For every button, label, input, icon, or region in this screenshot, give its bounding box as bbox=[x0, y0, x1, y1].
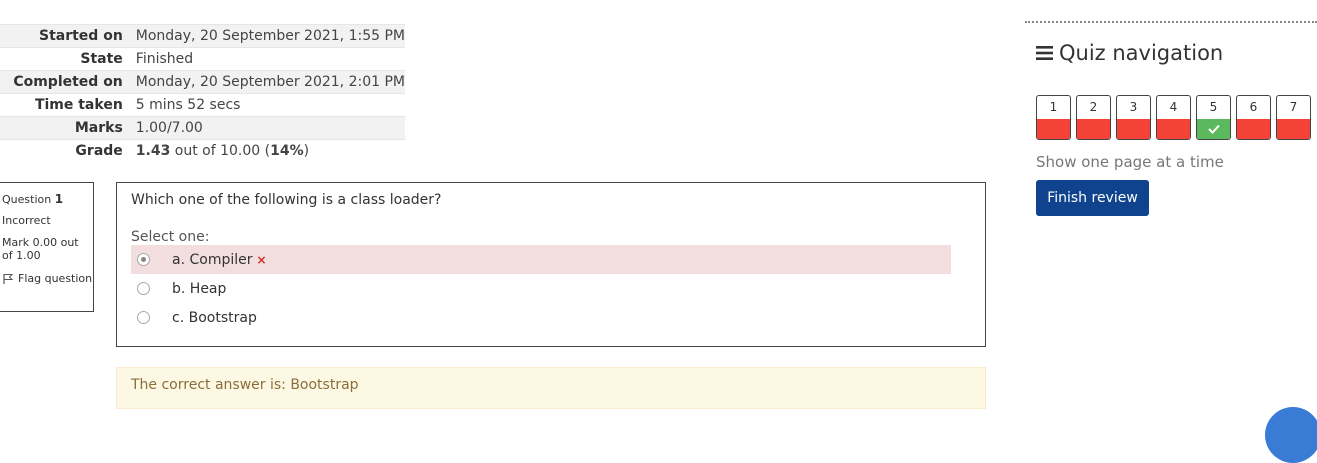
question-number-value: 1 bbox=[54, 192, 64, 206]
nav-question-button-4[interactable]: 4 bbox=[1156, 95, 1191, 140]
grade-value: 1.43 bbox=[135, 143, 171, 160]
summary-label: Grade bbox=[75, 143, 123, 160]
incorrect-status bbox=[1117, 119, 1150, 139]
nav-question-number: 5 bbox=[1209, 100, 1218, 114]
answer-option-c[interactable]: c. Bootstrap bbox=[131, 303, 951, 332]
quiz-navigation-title: Quiz navigation bbox=[1036, 41, 1223, 65]
nav-question-button-6[interactable]: 6 bbox=[1236, 95, 1271, 140]
summary-row-time-taken: Time taken 5 mins 52 secs bbox=[0, 93, 405, 117]
nav-question-number: 4 bbox=[1169, 100, 1178, 114]
nav-question-button-5[interactable]: 5 bbox=[1196, 95, 1231, 140]
question-number-label: Question bbox=[2, 193, 55, 206]
question-content: Which one of the following is a class lo… bbox=[116, 182, 986, 347]
answer-label: c. Bootstrap bbox=[172, 309, 257, 326]
finish-review-button[interactable]: Finish review bbox=[1036, 180, 1149, 216]
question-info: Question 1 Incorrect Mark 0.00 out of 1.… bbox=[0, 182, 94, 312]
summary-label: Time taken bbox=[34, 97, 123, 113]
summary-row-marks: Marks 1.00/7.00 bbox=[0, 116, 405, 140]
nav-question-number: 1 bbox=[1049, 100, 1058, 114]
summary-value: 5 mins 52 secs bbox=[135, 97, 241, 113]
question-grade: Mark 0.00 out of 1.00 bbox=[2, 236, 79, 262]
question-number: Question 1 bbox=[2, 192, 93, 207]
radio-button[interactable] bbox=[137, 282, 150, 295]
summary-row-state: State Finished bbox=[0, 47, 405, 71]
summary-row-completed: Completed on Monday, 20 September 2021, … bbox=[0, 70, 405, 94]
radio-button[interactable] bbox=[137, 253, 150, 266]
nav-block-divider bbox=[1025, 21, 1317, 23]
summary-label: Started on bbox=[38, 28, 123, 44]
grade-close: ) bbox=[303, 143, 310, 160]
nav-question-button-3[interactable]: 3 bbox=[1116, 95, 1151, 140]
incorrect-status bbox=[1157, 119, 1190, 139]
summary-label: State bbox=[80, 51, 123, 67]
summary-value: Monday, 20 September 2021, 1:55 PM bbox=[135, 28, 405, 44]
grade-percent: 14% bbox=[270, 143, 304, 160]
summary-row-started: Started on Monday, 20 September 2021, 1:… bbox=[0, 24, 405, 48]
answer-label: b. Heap bbox=[172, 280, 227, 297]
incorrect-status bbox=[1237, 119, 1270, 139]
flag-icon bbox=[3, 274, 14, 284]
question-state: Incorrect bbox=[2, 214, 51, 227]
nav-question-button-1[interactable]: 1 bbox=[1036, 95, 1071, 140]
question-text: Which one of the following is a class lo… bbox=[131, 192, 442, 208]
nav-question-number: 3 bbox=[1129, 100, 1138, 114]
attempt-summary-table: Started on Monday, 20 September 2021, 1:… bbox=[0, 24, 405, 163]
answer-prompt: Select one: bbox=[131, 229, 210, 245]
check-icon bbox=[1207, 124, 1220, 134]
radio-button[interactable] bbox=[137, 311, 150, 324]
summary-row-grade: Grade 1.43 out of 10.00 (14%) bbox=[0, 139, 405, 163]
flag-question-link[interactable]: Flag question bbox=[2, 272, 93, 285]
summary-value: 1.00/7.00 bbox=[135, 120, 203, 136]
quiz-navigation-label: Quiz navigation bbox=[1059, 41, 1224, 65]
answer-list: a. Compiler × b. Heap c. Bootstrap bbox=[131, 245, 951, 332]
summary-value: Monday, 20 September 2021, 2:01 PM bbox=[135, 74, 405, 90]
summary-label: Completed on bbox=[13, 74, 123, 90]
answer-label: a. Compiler bbox=[172, 251, 253, 268]
summary-value: Finished bbox=[135, 51, 194, 67]
summary-label: Marks bbox=[74, 120, 123, 136]
question-nav-buttons: 1 2 3 4 5 6 7 bbox=[1036, 95, 1316, 140]
right-answer-feedback: The correct answer is: Bootstrap bbox=[116, 367, 986, 409]
correct-status bbox=[1197, 119, 1230, 139]
nav-question-number: 2 bbox=[1089, 100, 1098, 114]
incorrect-status bbox=[1077, 119, 1110, 139]
summary-value: 1.43 out of 10.00 (14%) bbox=[129, 140, 405, 163]
incorrect-status bbox=[1277, 119, 1310, 139]
nav-question-number: 6 bbox=[1249, 100, 1258, 114]
nav-question-button-7[interactable]: 7 bbox=[1276, 95, 1311, 140]
answer-option-b[interactable]: b. Heap bbox=[131, 274, 951, 303]
incorrect-status bbox=[1037, 119, 1070, 139]
incorrect-icon: × bbox=[256, 252, 267, 267]
show-one-page-link[interactable]: Show one page at a time bbox=[1036, 153, 1224, 171]
nav-question-button-2[interactable]: 2 bbox=[1076, 95, 1111, 140]
menu-icon bbox=[1036, 46, 1053, 60]
nav-question-number: 7 bbox=[1289, 100, 1298, 114]
grade-out-of: out of 10.00 ( bbox=[170, 143, 271, 160]
floating-action-button[interactable] bbox=[1265, 407, 1317, 463]
answer-option-a[interactable]: a. Compiler × bbox=[131, 245, 951, 274]
flag-question-label: Flag question bbox=[18, 272, 93, 285]
